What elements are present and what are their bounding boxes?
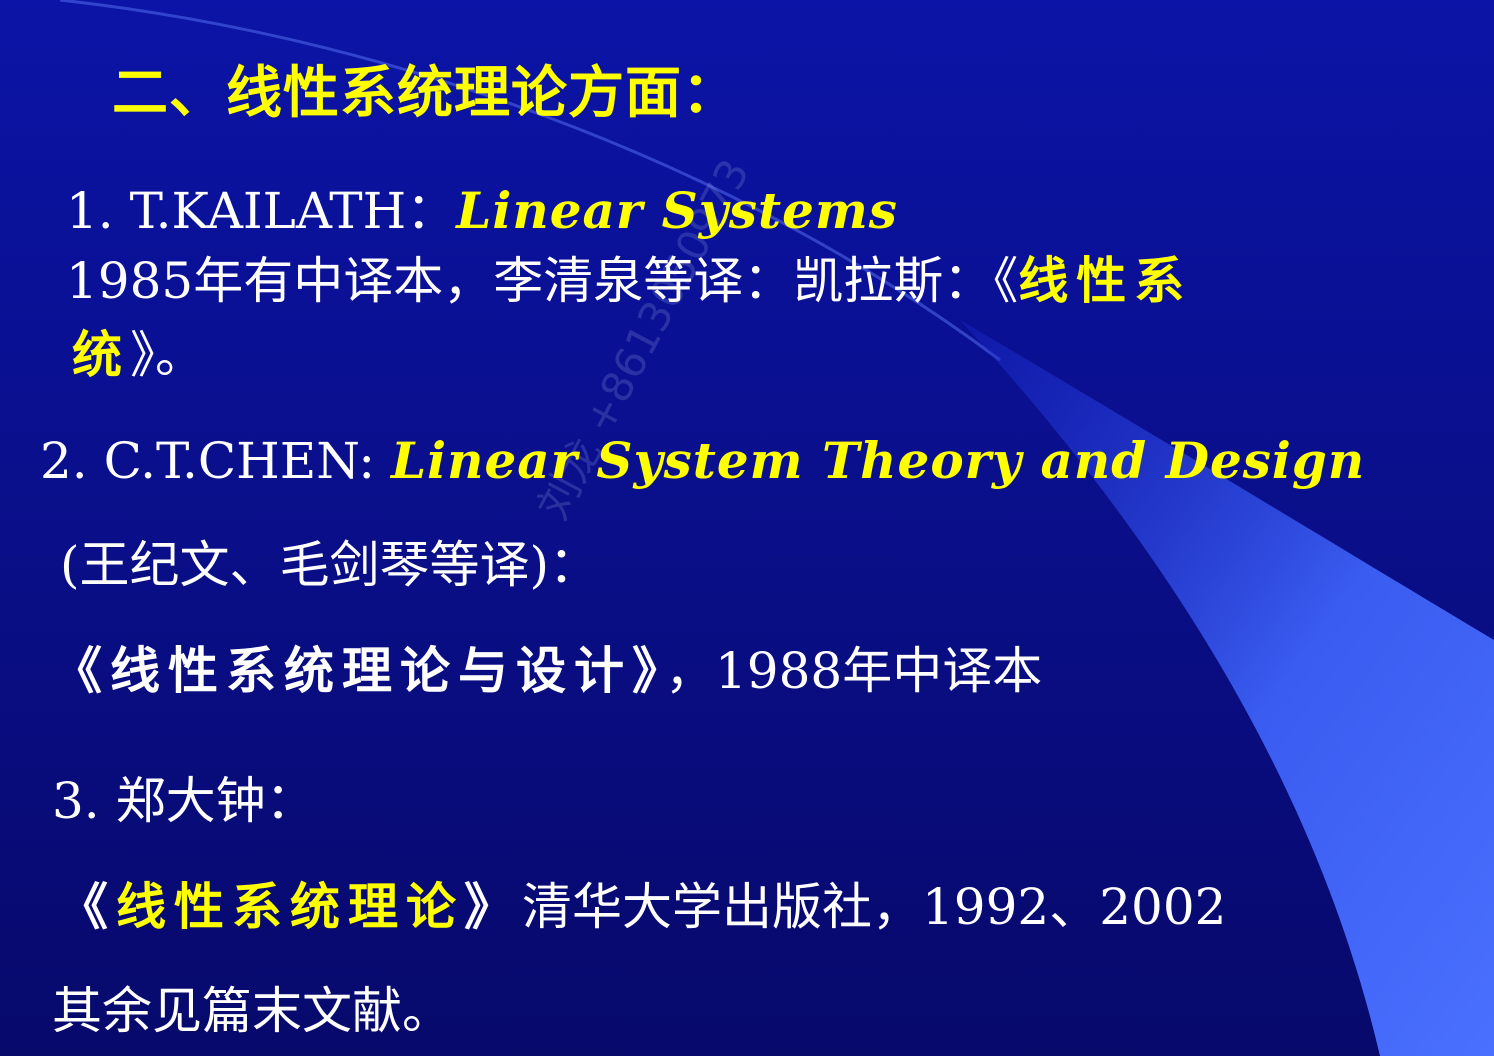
ref3-book-cn: 线性系统理论: [116, 878, 464, 936]
ref1-translation-suffix: 》。: [130, 326, 205, 384]
ref3-line1: 3. 郑大钟：: [52, 776, 316, 826]
ref3-number: 3. 郑大钟：: [52, 772, 316, 830]
ref3-line2: 《线性系统理论》清华大学出版社，1992、2002: [58, 882, 1227, 932]
ref2-line3: 《线性系统理论与设计》，1988年中译本: [52, 646, 1042, 696]
ref3-close-bracket: 》: [464, 878, 522, 936]
ref1-book-cn-part1: 线性系: [1018, 252, 1193, 310]
ref1-book-en: Linear Systems: [456, 181, 898, 240]
ref2-line1: 2. C.T.CHEN: Linear System Theory and De…: [40, 436, 1365, 487]
footer-note: 其余见篇末文献。: [52, 982, 452, 1040]
page-title: 二、线性系统理论方面：: [112, 61, 739, 126]
ref1-line2: 1985年有中译本，李清泉等译：凯拉斯：《线性系: [66, 256, 1192, 306]
ref2-book-cn: 《线性系统理论与设计》: [52, 642, 665, 700]
ref2-number: 2. C.T.CHEN:: [40, 432, 376, 490]
ref2-line2: (王纪文、毛剑琴等译)：: [60, 540, 599, 590]
ref2-book-en: Linear System Theory and Design: [390, 431, 1366, 490]
ref3-publisher: 清华大学出版社，1992、2002: [522, 878, 1227, 936]
ref2-translators: (王纪文、毛剑琴等译)：: [60, 536, 600, 594]
slide: 二、线性系统理论方面： 刘龙 +8613050973 1. T.KAILATH：…: [0, 0, 1494, 1056]
ref1-translation-prefix: 1985年有中译本，李清泉等译：凯拉斯：《: [66, 252, 1019, 310]
ref3-open-bracket: 《: [58, 878, 116, 936]
ref1-line3: 统》。: [72, 330, 205, 380]
ref2-year-note: ，1988年中译本: [665, 642, 1043, 700]
ref1-line1: 1. T.KAILATH：Linear Systems: [66, 186, 898, 237]
ref1-number: 1. T.KAILATH：: [66, 182, 457, 240]
ref1-book-cn-part2: 统: [72, 326, 130, 384]
